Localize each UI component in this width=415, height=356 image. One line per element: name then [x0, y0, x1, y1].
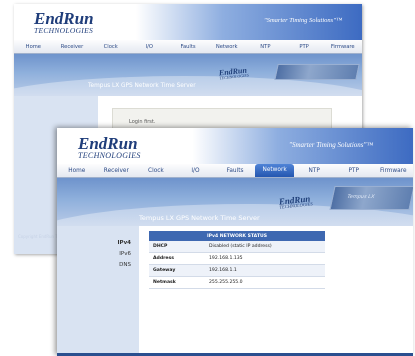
row-value: 192.168.1.135 [205, 252, 325, 265]
endrun-logo[interactable]: EndRun TECHNOLOGIES [34, 10, 94, 35]
tab-ptp[interactable]: PTP [334, 168, 374, 174]
product-image: Tempus LX [329, 186, 413, 210]
sidebar: IPv4 IPv6 DNS [57, 226, 139, 356]
row-value: 255.255.255.0 [205, 276, 325, 289]
tab-receiver[interactable]: Receiver [97, 168, 137, 174]
table-header-row: IPv4 NETWORK STATUS [149, 231, 325, 241]
header-band: EndRun TECHNOLOGIES "Smarter Timing Solu… [14, 4, 362, 40]
row-key: Gateway [149, 264, 205, 277]
tab-clock[interactable]: Clock [91, 44, 130, 50]
main-nav: Home Receiver Clock I/O Faults Network N… [57, 164, 413, 178]
banner-title: Tempus LX GPS Network Time Server [88, 83, 196, 89]
row-value: 192.168.1.1 [205, 264, 325, 277]
tab-network[interactable]: Network [254, 164, 295, 177]
tab-faults[interactable]: Faults [215, 168, 255, 174]
tab-faults[interactable]: Faults [169, 44, 208, 50]
ipv4-status-table: IPv4 NETWORK STATUS DHCP Disabled (stati… [149, 231, 325, 289]
tab-receiver[interactable]: Receiver [53, 44, 92, 50]
content-area: IPv4 NETWORK STATUS DHCP Disabled (stati… [139, 226, 413, 356]
sidebar-item-dns[interactable]: DNS [119, 262, 131, 268]
tab-io[interactable]: I/O [130, 44, 169, 50]
tab-home[interactable]: Home [57, 168, 97, 174]
tab-firmware[interactable]: Firmware [374, 168, 414, 174]
tab-ptp[interactable]: PTP [285, 44, 324, 50]
tab-ntp[interactable]: NTP [246, 44, 285, 50]
row-key: Address [149, 252, 205, 265]
slogan: "Smarter Timing Solutions"™ [264, 17, 343, 24]
tab-clock[interactable]: Clock [136, 168, 176, 174]
product-banner: Tempus LX GPS Network Time Server EndRun… [14, 54, 362, 96]
tab-network[interactable]: Network [207, 44, 246, 50]
login-message: Login first. [129, 119, 156, 125]
tab-firmware[interactable]: Firmware [323, 44, 362, 50]
header-band: EndRun TECHNOLOGIES "Smarter Timing Solu… [57, 128, 413, 164]
tab-io[interactable]: I/O [176, 168, 216, 174]
table-title: IPv4 NETWORK STATUS [149, 231, 325, 241]
banner-title: Tempus LX GPS Network Time Server [139, 214, 260, 222]
tab-home[interactable]: Home [14, 44, 53, 50]
row-key: DHCP [149, 241, 205, 253]
table-row: DHCP Disabled (static IP address) [149, 241, 325, 253]
tab-ntp[interactable]: NTP [294, 168, 334, 174]
product-banner: Tempus LX GPS Network Time Server EndRun… [57, 178, 413, 226]
row-key: Netmask [149, 276, 205, 289]
table-row: Netmask 255.255.255.0 [149, 276, 325, 289]
slogan: "Smarter Timing Solutions"™ [289, 141, 374, 149]
main-nav: Home Receiver Clock I/O Faults Network N… [14, 40, 362, 54]
front-browser-window: EndRun TECHNOLOGIES "Smarter Timing Solu… [57, 128, 413, 356]
sidebar-item-ipv6[interactable]: IPv6 [119, 251, 131, 257]
product-image [274, 64, 360, 80]
sidebar-item-ipv4[interactable]: IPv4 [118, 240, 132, 246]
table-row: Gateway 192.168.1.1 [149, 264, 325, 277]
table-row: Address 192.168.1.135 [149, 252, 325, 265]
row-value: Disabled (static IP address) [205, 241, 325, 253]
endrun-logo[interactable]: EndRun TECHNOLOGIES [78, 135, 141, 160]
